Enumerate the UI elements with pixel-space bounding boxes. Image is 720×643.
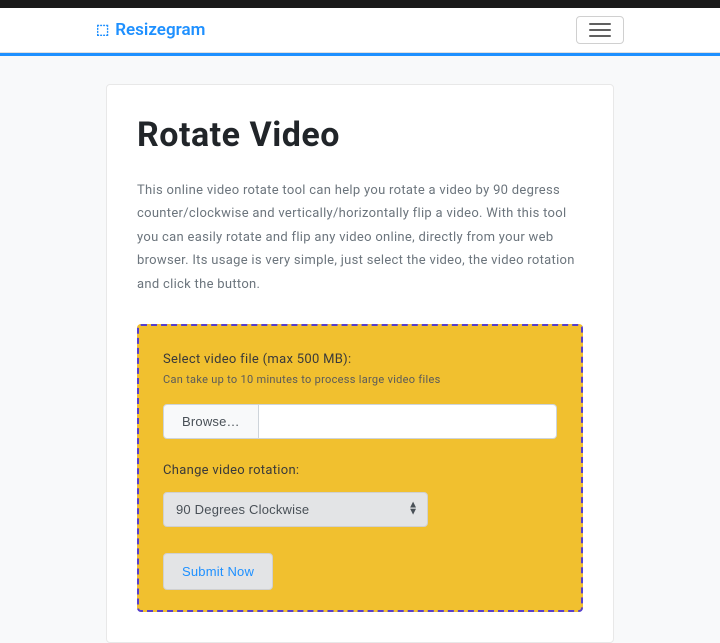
- page-description: This online video rotate tool can help y…: [137, 179, 583, 296]
- hamburger-icon: [589, 23, 611, 37]
- submit-button[interactable]: Submit Now: [163, 553, 273, 590]
- rotation-select[interactable]: 90 Degrees Clockwise: [163, 492, 428, 527]
- brand-icon: ⬚: [96, 22, 109, 38]
- main-card: Rotate Video This online video rotate to…: [106, 84, 614, 643]
- navbar: ⬚ Resizegram: [0, 8, 720, 53]
- upload-form-panel: Select video file (max 500 MB): Can take…: [137, 324, 583, 612]
- file-name-display[interactable]: [259, 404, 557, 439]
- browse-button[interactable]: Browse…: [163, 404, 259, 439]
- brand-link[interactable]: ⬚ Resizegram: [16, 20, 205, 40]
- menu-toggle-button[interactable]: [576, 16, 624, 44]
- top-bar: [0, 0, 720, 8]
- rotation-select-label: Change video rotation:: [163, 463, 557, 478]
- brand-name: Resizegram: [115, 20, 205, 40]
- file-input-hint: Can take up to 10 minutes to process lar…: [163, 373, 557, 386]
- accent-divider: [0, 53, 720, 56]
- file-input-group: Browse…: [163, 404, 557, 439]
- file-input-label: Select video file (max 500 MB):: [163, 352, 557, 367]
- page-title: Rotate Video: [137, 115, 583, 155]
- rotation-select-wrapper: 90 Degrees Clockwise ▲ ▼: [163, 492, 428, 527]
